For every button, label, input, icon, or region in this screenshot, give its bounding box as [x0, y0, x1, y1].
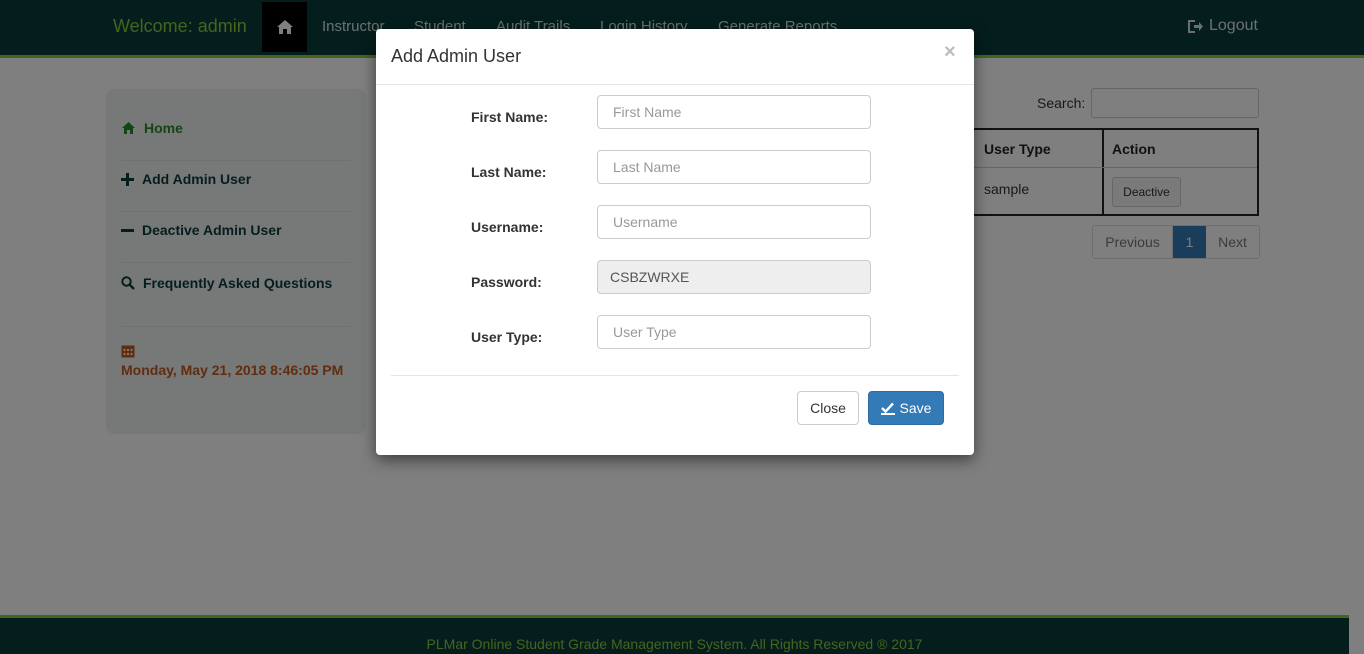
password-label: Password: — [471, 274, 542, 290]
username-label: Username: — [471, 219, 544, 235]
user-type-label: User Type: — [471, 329, 543, 345]
username-field[interactable] — [597, 205, 871, 239]
edit-check-icon — [880, 402, 895, 415]
save-button[interactable]: Save — [868, 391, 944, 425]
save-button-label: Save — [899, 400, 932, 416]
user-type-field[interactable] — [597, 315, 871, 349]
add-admin-modal: Add Admin User × First Name: Last Name: … — [376, 29, 974, 455]
first-name-field[interactable] — [597, 95, 871, 129]
close-icon[interactable]: × — [944, 41, 956, 64]
modal-divider — [376, 84, 974, 85]
close-button[interactable]: Close — [797, 391, 859, 425]
password-field[interactable] — [597, 260, 871, 294]
modal-title: Add Admin User — [391, 46, 522, 66]
last-name-field[interactable] — [597, 150, 871, 184]
modal-divider — [391, 375, 959, 376]
first-name-label: First Name: — [471, 109, 549, 125]
last-name-label: Last Name: — [471, 164, 547, 180]
